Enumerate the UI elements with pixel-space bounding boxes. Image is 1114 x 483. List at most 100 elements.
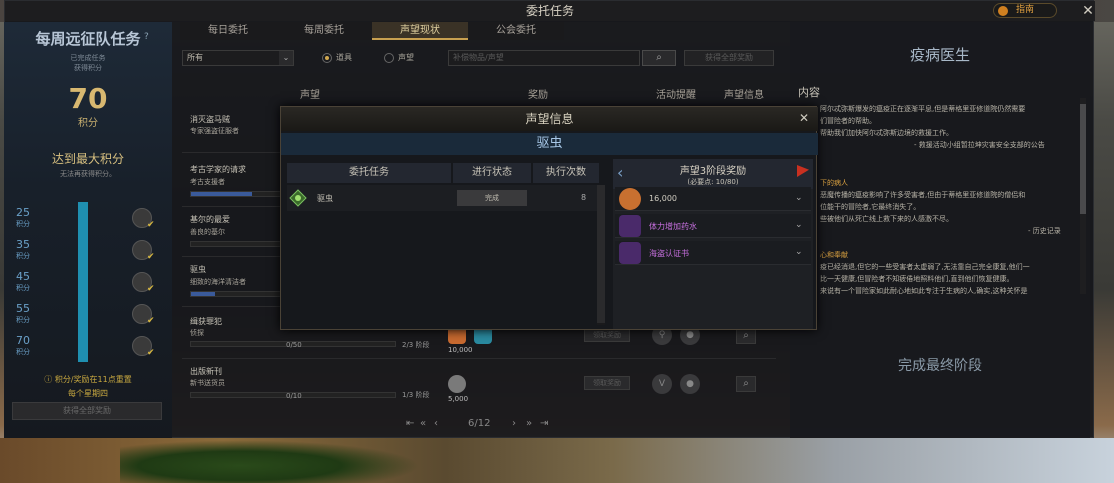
row-name: 消灭盗马贼 [190,115,230,124]
chevron-down-icon: ⌄ [279,51,293,65]
content-signature: - 历史记录 [1028,227,1061,235]
score-fill [78,202,88,362]
tab-reputation[interactable]: 声望现状 [372,22,468,40]
row-name: 驱虫 [190,265,206,274]
reward-label: 16,000 [649,194,677,203]
modal-close-button[interactable]: ✕ [799,111,809,125]
weekly-line2: 获得积分 [74,64,102,72]
page-indicator: 6/12 [468,418,491,429]
row-stage: 1/3 阶段 [402,391,430,399]
row-name: 考古学家的请求 [190,165,246,174]
pin-icon[interactable]: V [652,374,672,394]
content-signature: - 救援活动小组暂拉坤灾害安全支部的公告 [914,141,1045,149]
header-alert: 活动提醒 [656,90,696,101]
content-label: 内容 [798,86,820,99]
search-button[interactable]: ⌕ [642,50,676,66]
score-value: 70 [68,82,108,115]
expand-icon[interactable]: ⌄ [795,247,803,257]
header-reward: 奖励 [528,90,548,101]
search-icon: ⌕ [656,52,662,63]
score-label: 积分 [78,118,98,129]
search-input[interactable]: 补偿物品/声望 [448,50,640,66]
row-sub: 善良的基尔 [190,228,225,236]
modal-title: 声望信息 [281,107,818,131]
radio-item[interactable] [322,53,332,63]
modal-header-task: 委托任务 [287,163,451,183]
reward-label: 海盗认证书 [649,249,689,258]
header-info: 声望信息 [724,90,764,101]
row-sub: 考古支援者 [190,178,225,186]
last-page-button[interactable]: ⇥ [540,418,548,429]
reward-item [615,241,811,265]
radio-item-label: 道具 [336,53,352,62]
task-status: 完成 [457,190,527,206]
task-count: 8 [581,193,587,202]
tab-daily[interactable]: 每日委托 [180,22,276,40]
search-icon[interactable]: ⌕ [736,328,756,344]
guide-icon [998,6,1008,16]
next-page-button[interactable]: › [512,418,516,429]
reset-day: 每个星期四 [68,389,108,398]
header-reputation: 声望 [300,90,320,101]
check-icon: ✔ [147,220,155,230]
row-name: 基尔的最爱 [190,215,230,224]
collect-button[interactable]: 领取奖励 [584,328,630,342]
silver-icon [619,188,641,210]
close-button[interactable]: ✕ [1081,2,1095,20]
max-score-label: 达到最大积分 [51,152,124,166]
check-icon: ✔ [147,316,155,326]
check-icon: ✔ [147,348,155,358]
content-line: 疫已经消退,但它的一些受害者太虚弱了,无法靠自己完全康复,他们一 [820,263,1030,271]
max-score-sub: 无法再获得积分。 [60,170,116,178]
modal-header-count: 执行次数 [533,163,599,183]
row-name: 出版新刊 [190,367,222,376]
check-icon: ✔ [147,252,155,262]
modal-scrollbar[interactable] [597,185,605,325]
expand-icon[interactable]: ⌄ [795,220,803,230]
row-stage: 2/3 阶段 [402,341,430,349]
search-icon[interactable]: ⌕ [736,376,756,392]
chat-icon[interactable]: ● [680,374,700,394]
content-line: 位能干的冒险者,它最终消失了。 [820,203,921,211]
tier-45: 45 积分 [16,270,30,292]
claim-all-rewards-button[interactable]: 获得全部奖励 [12,402,162,420]
content-line: 恶魔传播的瘟疫影响了许多受害者,但由于蒂格里亚修道院的僧侣和 [820,191,1026,199]
next-10-button[interactable]: » [526,418,532,429]
help-icon[interactable]: ? [144,32,149,42]
final-stage-label: 完成最终阶段 [898,358,982,374]
tier-25: 25 积分 [16,206,30,228]
tab-weekly[interactable]: 每周委托 [276,22,372,40]
reward-item [615,214,811,238]
guide-button[interactable]: 指南 [993,3,1057,18]
row-progress: 0/50 [286,341,302,349]
tab-guild[interactable]: 公会委托 [468,22,564,40]
row-progress: 0/10 [286,392,302,400]
radio-reputation[interactable] [384,53,394,63]
task-name: 驱虫 [317,194,333,203]
window-title: 委托任务 [5,1,1095,21]
expand-icon[interactable]: ⌄ [795,193,803,203]
reward-label: 体力增加药水 [649,222,697,231]
tier-35: 35 积分 [16,238,30,260]
row-name: 缉获罪犯 [190,317,222,326]
prev-stage-icon[interactable]: ‹ [617,163,623,182]
prev-10-button[interactable]: « [420,418,426,429]
reward-item [615,187,811,211]
content-line: 些被他们从死亡线上救下来的人感激不尽。 [820,215,953,223]
tier-70: 70 积分 [16,334,30,356]
reward-header: 声望3阶段奖励 (必要点: 10/80) [613,159,813,189]
claim-all-button[interactable]: 获得全部奖励 [684,50,774,66]
reputation-info-modal: 声望信息 ✕ 驱虫 委托任务 进行状态 执行次数 驱虫 完成 8 声望3阶段奖励… [280,106,818,330]
prev-page-button[interactable]: ‹ [434,418,438,429]
category-select[interactable]: 所有 ⌄ [182,50,294,66]
background-palm [120,440,420,483]
check-icon: ✔ [147,284,155,294]
first-page-button[interactable]: ⇤ [406,418,414,429]
reward-title: 声望3阶段奖励 [679,166,747,177]
collect-button[interactable]: 领取奖励 [584,376,630,390]
content-scrollbar-thumb[interactable] [1080,104,1086,214]
potion-icon [619,215,641,237]
modal-subtitle: 驱虫 [281,133,818,155]
reputation-title: 疫病医生 [909,46,970,64]
coin-amount: 5,000 [448,395,469,403]
